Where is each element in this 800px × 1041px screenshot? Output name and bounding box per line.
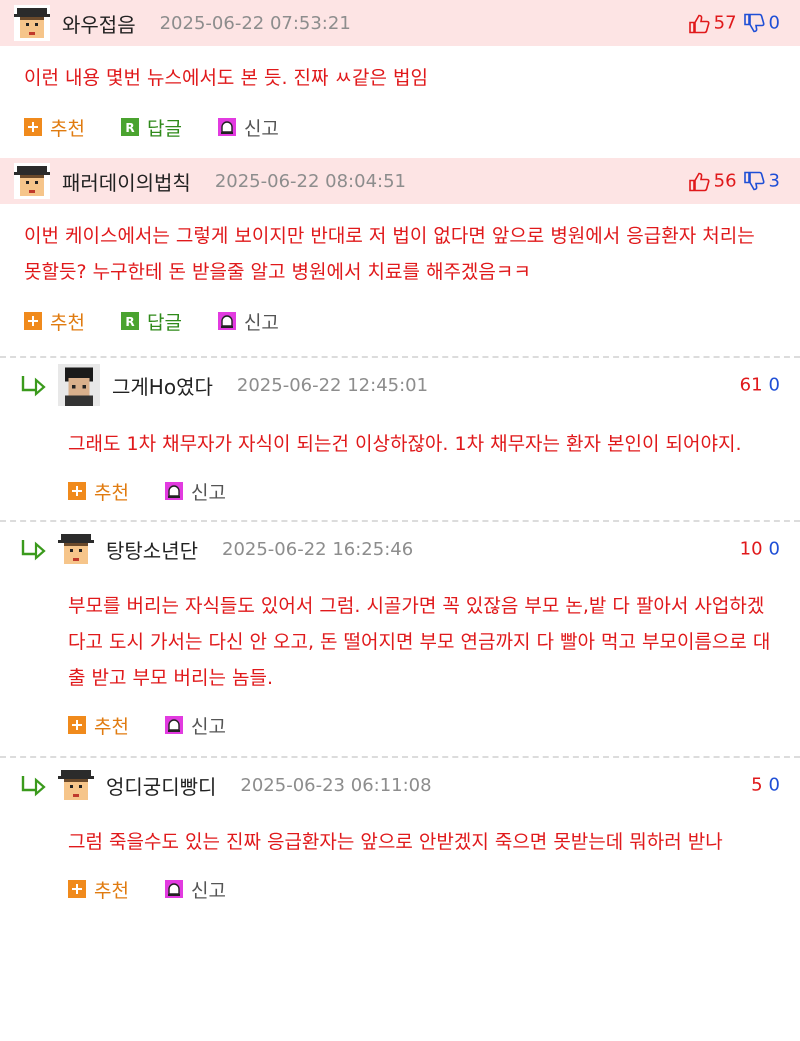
nickname[interactable]: 와우접음	[62, 9, 136, 38]
reply-arrow-icon	[21, 376, 46, 397]
vote-counts: 10 0	[740, 539, 780, 560]
downvote-group: 3	[743, 171, 780, 192]
comment-header: 엉디궁디빵디 2025-06-23 06:11:08 5 0	[0, 758, 800, 812]
comment-text: 부모를 버리는 자식들도 있어서 그럼. 시골가면 꼭 있잖음 부모 논,밭 다…	[68, 595, 771, 689]
reply-button[interactable]: R 답글	[120, 308, 182, 335]
timestamp: 2025-06-23 06:11:08	[240, 774, 432, 796]
upvote-count: 10	[739, 538, 763, 560]
svg-text:R: R	[125, 315, 134, 329]
comment-text: 이번 케이스에서는 그렇게 보이지만 반대로 저 법이 없다면 앞으로 병원에서…	[24, 225, 755, 283]
vote-counts: 5 0	[751, 775, 780, 796]
thumb-up-icon[interactable]	[688, 13, 710, 33]
timestamp: 2025-06-22 08:04:51	[214, 170, 406, 192]
comment-actions: 추천 신고	[0, 472, 800, 520]
recommend-button[interactable]: 추천	[24, 114, 85, 141]
upvote-count: 56	[713, 170, 737, 192]
report-label: 신고	[243, 117, 279, 140]
recommend-label: 추천	[50, 117, 85, 140]
comment-text: 그래도 1차 채무자가 자식이 되는건 이상하잖아. 1차 채무자는 환자 본인…	[68, 433, 742, 455]
reply-label: 답글	[146, 311, 182, 334]
report-label: 신고	[190, 879, 226, 902]
comment: 와우접음 2025-06-22 07:53:21 57 0 이런 내용 몇번 뉴…	[0, 0, 800, 152]
reply-label: 답글	[146, 117, 182, 140]
report-label: 신고	[190, 715, 226, 738]
plus-icon	[68, 482, 86, 500]
vote-counts: 61 0	[740, 375, 780, 396]
comment-header: 패러데이의법칙 2025-06-22 08:04:51 56 3	[0, 158, 800, 204]
nickname[interactable]: 엉디궁디빵디	[106, 771, 216, 800]
recommend-button[interactable]: 추천	[68, 478, 129, 505]
reply-comment: 그게Ho였다 2025-06-22 12:45:01 61 0 그래도 1차 채…	[0, 356, 800, 520]
recommend-label: 추천	[94, 481, 129, 504]
thumb-up-icon[interactable]	[688, 171, 710, 191]
recommend-button[interactable]: 추천	[68, 876, 129, 903]
report-button[interactable]: 신고	[164, 478, 226, 505]
timestamp: 2025-06-22 12:45:01	[236, 374, 429, 396]
siren-icon	[164, 716, 183, 734]
upvote-count: 5	[751, 774, 763, 796]
report-button[interactable]: 신고	[164, 712, 226, 739]
plus-icon	[24, 118, 42, 136]
downvote-count: 3	[768, 170, 780, 192]
timestamp: 2025-06-22 16:25:46	[222, 538, 414, 560]
avatar-icon[interactable]	[14, 5, 50, 41]
siren-icon	[217, 312, 236, 330]
plus-icon	[68, 716, 86, 734]
upvote-count: 61	[739, 374, 763, 396]
vote-counts: 56 3	[688, 171, 780, 192]
comment-header: 탕탕소년단 2025-06-22 16:25:46 10 0	[0, 522, 800, 576]
avatar-icon[interactable]	[58, 531, 94, 567]
downvote-count: 0	[768, 774, 780, 796]
comment-actions: 추천 R 답글 신고	[0, 302, 800, 346]
downvote-count: 0	[768, 538, 780, 560]
recommend-button[interactable]: 추천	[24, 308, 85, 335]
report-label: 신고	[243, 311, 279, 334]
reply-arrow-icon	[21, 540, 46, 561]
thumb-down-icon[interactable]	[743, 13, 765, 33]
reply-button[interactable]: R 답글	[120, 114, 182, 141]
reply-r-icon: R	[120, 118, 139, 136]
downvote-count: 0	[768, 374, 780, 396]
comment-header: 와우접음 2025-06-22 07:53:21 57 0	[0, 0, 800, 46]
reply-r-icon: R	[120, 312, 139, 330]
reply-comment: 탕탕소년단 2025-06-22 16:25:46 10 0 부모를 버리는 자…	[0, 520, 800, 756]
siren-icon	[164, 880, 183, 898]
avatar-icon[interactable]	[58, 767, 94, 803]
report-button[interactable]: 신고	[164, 876, 226, 903]
recommend-label: 추천	[94, 879, 129, 902]
comment-header: 그게Ho였다 2025-06-22 12:45:01 61 0	[0, 358, 800, 412]
report-button[interactable]: 신고	[217, 114, 279, 141]
svg-text:R: R	[125, 121, 134, 135]
siren-icon	[164, 482, 183, 500]
nickname[interactable]: 탕탕소년단	[106, 535, 198, 564]
recommend-button[interactable]: 추천	[68, 712, 129, 739]
vote-counts: 57 0	[688, 13, 780, 34]
upvote-count: 57	[713, 12, 737, 34]
plus-icon	[68, 880, 86, 898]
person-photo-avatar-icon[interactable]	[58, 364, 100, 406]
avatar-icon[interactable]	[14, 163, 50, 199]
nickname[interactable]: 그게Ho였다	[112, 371, 213, 400]
report-button[interactable]: 신고	[217, 308, 279, 335]
recommend-label: 추천	[94, 715, 129, 738]
timestamp: 2025-06-22 07:53:21	[159, 12, 351, 34]
recommend-label: 추천	[50, 311, 85, 334]
nickname[interactable]: 패러데이의법칙	[62, 167, 191, 196]
reply-comment: 엉디궁디빵디 2025-06-23 06:11:08 5 0 그럼 죽을수도 있…	[0, 756, 800, 908]
thumb-down-icon[interactable]	[743, 171, 765, 191]
report-label: 신고	[190, 481, 226, 504]
reply-arrow-icon	[21, 776, 46, 797]
comment-actions: 추천 신고	[0, 706, 800, 756]
comment: 패러데이의법칙 2025-06-22 08:04:51 56 3 이번 케이스에…	[0, 158, 800, 346]
comment-actions: 추천 R 답글 신고	[0, 108, 800, 152]
plus-icon	[24, 312, 42, 330]
downvote-count: 0	[768, 12, 780, 34]
comment-text: 이런 내용 몇번 뉴스에서도 본 듯. 진짜 ㅆ같은 법임	[24, 67, 428, 89]
downvote-group: 0	[743, 13, 780, 34]
comment-actions: 추천 신고	[0, 870, 800, 908]
comment-text: 그럼 죽을수도 있는 진짜 응급환자는 앞으로 안받겠지 죽으면 못받는데 뭐하…	[68, 831, 723, 853]
siren-icon	[217, 118, 236, 136]
